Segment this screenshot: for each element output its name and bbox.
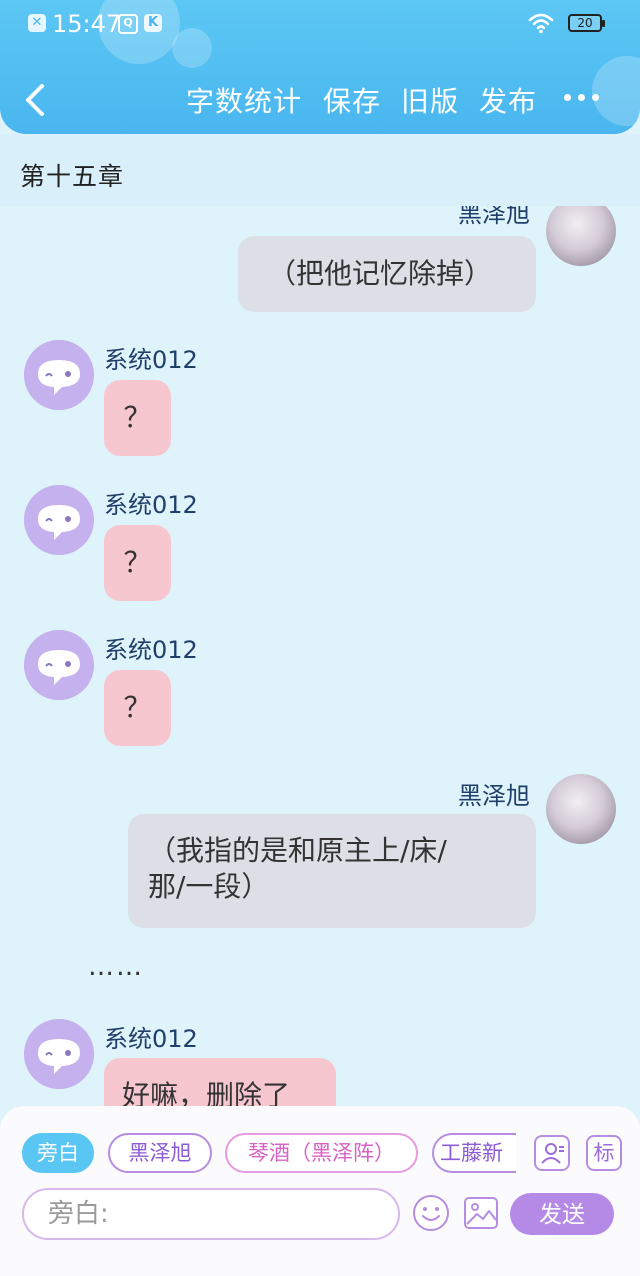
more-options-button[interactable]	[562, 92, 602, 104]
decor-bubble	[592, 56, 640, 126]
message-text: ？	[123, 546, 152, 579]
message-text: ？	[123, 401, 152, 434]
back-button[interactable]	[20, 80, 50, 120]
app-header: ✕ 15:47 Q K 20 字数统计 保存 旧版 发布	[0, 0, 640, 134]
image-icon[interactable]	[462, 1194, 500, 1232]
role-chip-gin[interactable]: 琴酒（黑泽阵）	[225, 1133, 418, 1173]
speaker-name: 系统012	[104, 636, 198, 664]
message-input[interactable]	[22, 1188, 400, 1240]
bot-avatar[interactable]	[24, 1019, 94, 1089]
save-button[interactable]: 保存	[323, 80, 381, 120]
message-bubble[interactable]: 好嘛，删除了	[104, 1058, 336, 1106]
message-bubble[interactable]: ？	[104, 670, 171, 746]
message-bubble[interactable]: （把他记忆除掉）	[238, 236, 536, 312]
role-chip-kudo[interactable]: 工藤新	[432, 1133, 516, 1173]
user-avatar[interactable]	[546, 774, 616, 844]
message-bubble[interactable]: ？	[104, 525, 171, 601]
speaker-name: 系统012	[104, 346, 198, 374]
speaker-name: 系统012	[104, 1025, 198, 1053]
speaker-name: 黑泽旭	[458, 206, 530, 228]
person-card-icon	[541, 1143, 564, 1164]
message-text: （把他记忆除掉）	[268, 257, 493, 290]
status-time: 15:47	[52, 10, 122, 38]
message-bubble[interactable]: ？	[104, 380, 171, 456]
word-count-button[interactable]: 字数统计	[186, 80, 302, 120]
publish-button[interactable]: 发布	[479, 80, 537, 120]
status-bar: ✕ 15:47 Q K 20	[0, 0, 640, 52]
message-bubble[interactable]: （我指的是和原主上/床/ 那/一段）	[128, 814, 536, 928]
bot-avatar[interactable]	[24, 485, 94, 555]
old-version-button[interactable]: 旧版	[401, 80, 459, 120]
tag-button[interactable]: 标	[586, 1135, 622, 1171]
role-chip-narrator[interactable]: 旁白	[22, 1133, 94, 1173]
speaker-name: 系统012	[104, 491, 198, 519]
send-button[interactable]: 发送	[510, 1193, 614, 1235]
chat-area[interactable]: 黑泽旭 （把他记忆除掉） 系统012 ？ 系统012 ？ 系统012 ？ 黑泽旭…	[0, 206, 640, 1106]
wifi-icon	[528, 13, 554, 34]
message-text: 那/一段）	[148, 870, 270, 903]
narration-text[interactable]: ……	[88, 952, 144, 982]
chapter-title[interactable]: 第十五章	[20, 157, 124, 193]
message-text: 好嘛，删除了	[122, 1079, 291, 1106]
role-chip-kurosawa-asahi[interactable]: 黑泽旭	[108, 1133, 212, 1173]
q-badge-icon: Q	[118, 14, 138, 34]
bot-avatar[interactable]	[24, 630, 94, 700]
character-manage-button[interactable]	[534, 1135, 570, 1171]
message-text: （我指的是和原主上/床/	[148, 834, 447, 867]
bot-avatar[interactable]	[24, 340, 94, 410]
message-text: ？	[123, 691, 152, 724]
x-badge-icon: ✕	[28, 14, 46, 32]
user-avatar[interactable]	[546, 206, 616, 266]
emoji-icon[interactable]	[412, 1194, 450, 1232]
speaker-name: 黑泽旭	[458, 782, 530, 810]
k-badge-icon: K	[144, 14, 162, 32]
battery-indicator: 20	[568, 14, 605, 32]
